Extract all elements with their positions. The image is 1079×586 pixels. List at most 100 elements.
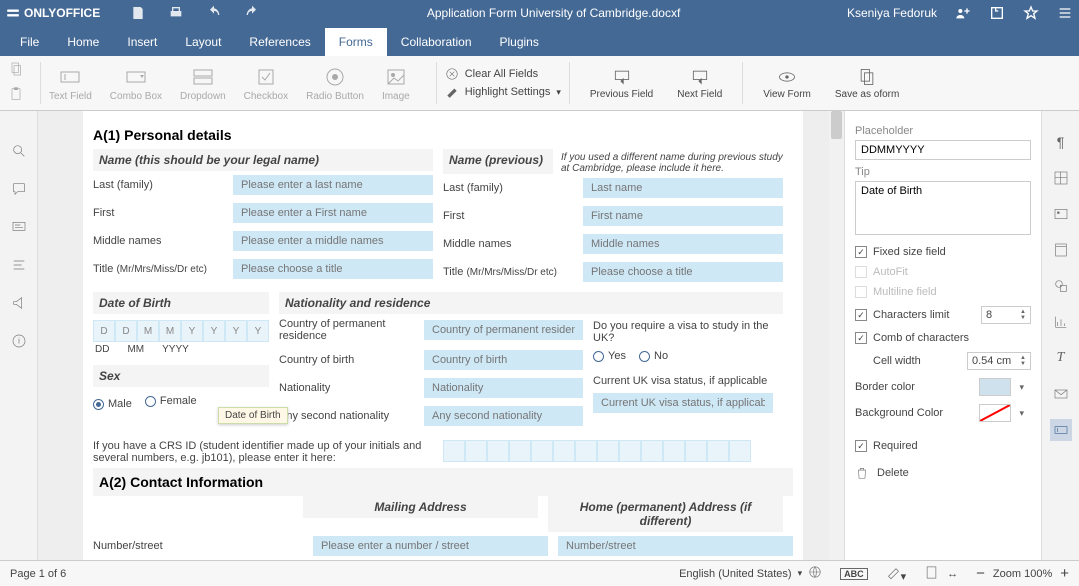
shape-settings-icon[interactable]: [1050, 275, 1072, 297]
radio-visa-yes[interactable]: Yes: [593, 350, 626, 362]
left-sidebar: i: [0, 111, 38, 560]
navigation-icon[interactable]: [11, 257, 27, 273]
bg-color-swatch[interactable]: [979, 404, 1011, 422]
text-art-icon[interactable]: T: [1050, 347, 1072, 369]
open-location-icon[interactable]: [989, 5, 1005, 21]
comments-icon[interactable]: [11, 181, 27, 197]
tab-insert[interactable]: Insert: [113, 28, 171, 56]
favorite-icon[interactable]: [1023, 5, 1039, 21]
menu-icon[interactable]: [1057, 5, 1073, 21]
field-title[interactable]: [233, 259, 433, 279]
save-as-oform-button[interactable]: Save as oform: [835, 67, 899, 100]
fit-width-icon[interactable]: ↔: [947, 568, 958, 580]
save-icon[interactable]: [130, 5, 146, 21]
section-a2-title: A(2) Contact Information: [93, 468, 793, 496]
image-settings-icon[interactable]: [1050, 203, 1072, 225]
spellcheck-icon[interactable]: ABC: [840, 568, 868, 580]
vertical-scrollbar[interactable]: [829, 111, 844, 560]
tab-layout[interactable]: Layout: [171, 28, 235, 56]
row-border-color: Border color: [855, 378, 1031, 396]
ribbon-checkbox[interactable]: Checkbox: [244, 65, 288, 102]
mail-merge-icon[interactable]: [1050, 383, 1072, 405]
tab-plugins[interactable]: Plugins: [486, 28, 553, 56]
chk-required[interactable]: ✓Required: [855, 440, 1031, 452]
radio-visa-no[interactable]: No: [639, 350, 668, 362]
redo-icon[interactable]: [244, 5, 260, 21]
header-footer-icon[interactable]: [1050, 239, 1072, 261]
zoom-in-icon[interactable]: +: [1060, 565, 1069, 582]
tab-collaboration[interactable]: Collaboration: [387, 28, 486, 56]
app-logo: ONLYOFFICE: [6, 6, 100, 20]
placeholder-input[interactable]: [855, 140, 1031, 160]
tip-input[interactable]: Date of Birth: [855, 181, 1031, 235]
field-mailing-numstreet[interactable]: [313, 536, 548, 556]
field-prev-last[interactable]: [583, 178, 783, 198]
language-selector[interactable]: English (United States)▾: [679, 565, 822, 582]
border-color-swatch[interactable]: [979, 378, 1011, 396]
row-bg-color: Background Color: [855, 404, 1031, 422]
field-nat[interactable]: [424, 378, 583, 398]
form-settings-icon[interactable]: [1050, 419, 1072, 441]
about-icon[interactable]: i: [11, 333, 27, 349]
ribbon-text-field[interactable]: Text Field: [49, 65, 92, 102]
ribbon-dropdown[interactable]: Dropdown: [180, 65, 226, 102]
field-prev-title[interactable]: [583, 262, 783, 282]
track-changes-icon[interactable]: ▾: [886, 565, 907, 583]
dob-header: Date of Birth: [93, 292, 269, 314]
fit-page-icon[interactable]: [924, 565, 939, 583]
previous-field-button[interactable]: Previous Field: [590, 67, 653, 100]
dob-comb-field[interactable]: D D M M Y Y Y Y: [93, 320, 269, 342]
paste-icon[interactable]: [8, 86, 24, 105]
field-prev-middle[interactable]: [583, 234, 783, 254]
zoom-out-icon[interactable]: −: [976, 565, 985, 582]
chk-fixed-size[interactable]: ✓Fixed size field: [855, 246, 1031, 258]
field-cob[interactable]: [424, 350, 583, 370]
chk-comb[interactable]: ✓Comb of characters: [855, 332, 1031, 344]
share-icon[interactable]: [955, 5, 971, 21]
field-nat2[interactable]: [424, 406, 583, 426]
highlight-settings-button[interactable]: Highlight Settings ▾: [445, 85, 561, 99]
field-middle-names[interactable]: [233, 231, 433, 251]
view-form-button[interactable]: View Form: [763, 67, 811, 100]
name-prev-header: Name (previous): [443, 149, 553, 174]
tab-home[interactable]: Home: [53, 28, 113, 56]
field-prev-first[interactable]: [583, 206, 783, 226]
page-indicator[interactable]: Page 1 of 6: [10, 568, 66, 580]
chart-settings-icon[interactable]: [1050, 311, 1072, 333]
user-name: Kseniya Fedoruk: [847, 6, 937, 20]
field-last-name[interactable]: [233, 175, 433, 195]
globe-icon[interactable]: [808, 565, 822, 582]
radio-male[interactable]: Male: [93, 398, 132, 410]
radio-female[interactable]: Female: [145, 395, 197, 407]
delete-field-button[interactable]: Delete: [855, 466, 1031, 480]
paragraph-settings-icon[interactable]: ¶: [1050, 131, 1072, 153]
chat-icon[interactable]: [11, 219, 27, 235]
feedback-icon[interactable]: [11, 295, 27, 311]
tab-file[interactable]: File: [6, 28, 53, 56]
field-visa-status[interactable]: [593, 393, 773, 413]
copy-icon[interactable]: [8, 61, 24, 80]
field-home-numstreet[interactable]: [558, 536, 793, 556]
table-settings-icon[interactable]: [1050, 167, 1072, 189]
ribbon-radio-button[interactable]: Radio Button: [306, 65, 364, 102]
field-first-name[interactable]: [233, 203, 433, 223]
ribbon-combo-box[interactable]: Combo Box: [110, 65, 162, 102]
home-header: Home (permanent) Address (if different): [548, 496, 783, 532]
zoom-level[interactable]: Zoom 100%: [993, 568, 1052, 580]
chars-limit-spinner[interactable]: 8▲▼: [981, 306, 1031, 324]
label-middle: Middle names: [93, 235, 223, 247]
crs-comb-field[interactable]: [443, 440, 793, 462]
document-canvas[interactable]: Date of Birth A(1) Personal details Name…: [38, 111, 844, 560]
cell-width-spinner[interactable]: 0.54 cm▲▼: [967, 352, 1031, 370]
chk-chars-limit[interactable]: ✓Characters limit 8▲▼: [855, 306, 1031, 324]
field-cpr[interactable]: [424, 320, 583, 340]
ribbon-image[interactable]: Image: [382, 65, 410, 102]
next-field-button[interactable]: Next Field: [677, 67, 722, 100]
search-icon[interactable]: [11, 143, 27, 159]
tab-references[interactable]: References: [235, 28, 324, 56]
clear-all-fields-button[interactable]: Clear All Fields: [445, 67, 561, 81]
form-settings-panel: Placeholder Tip Date of Birth ✓Fixed siz…: [844, 111, 1041, 560]
print-icon[interactable]: [168, 5, 184, 21]
undo-icon[interactable]: [206, 5, 222, 21]
tab-forms[interactable]: Forms: [325, 28, 387, 56]
